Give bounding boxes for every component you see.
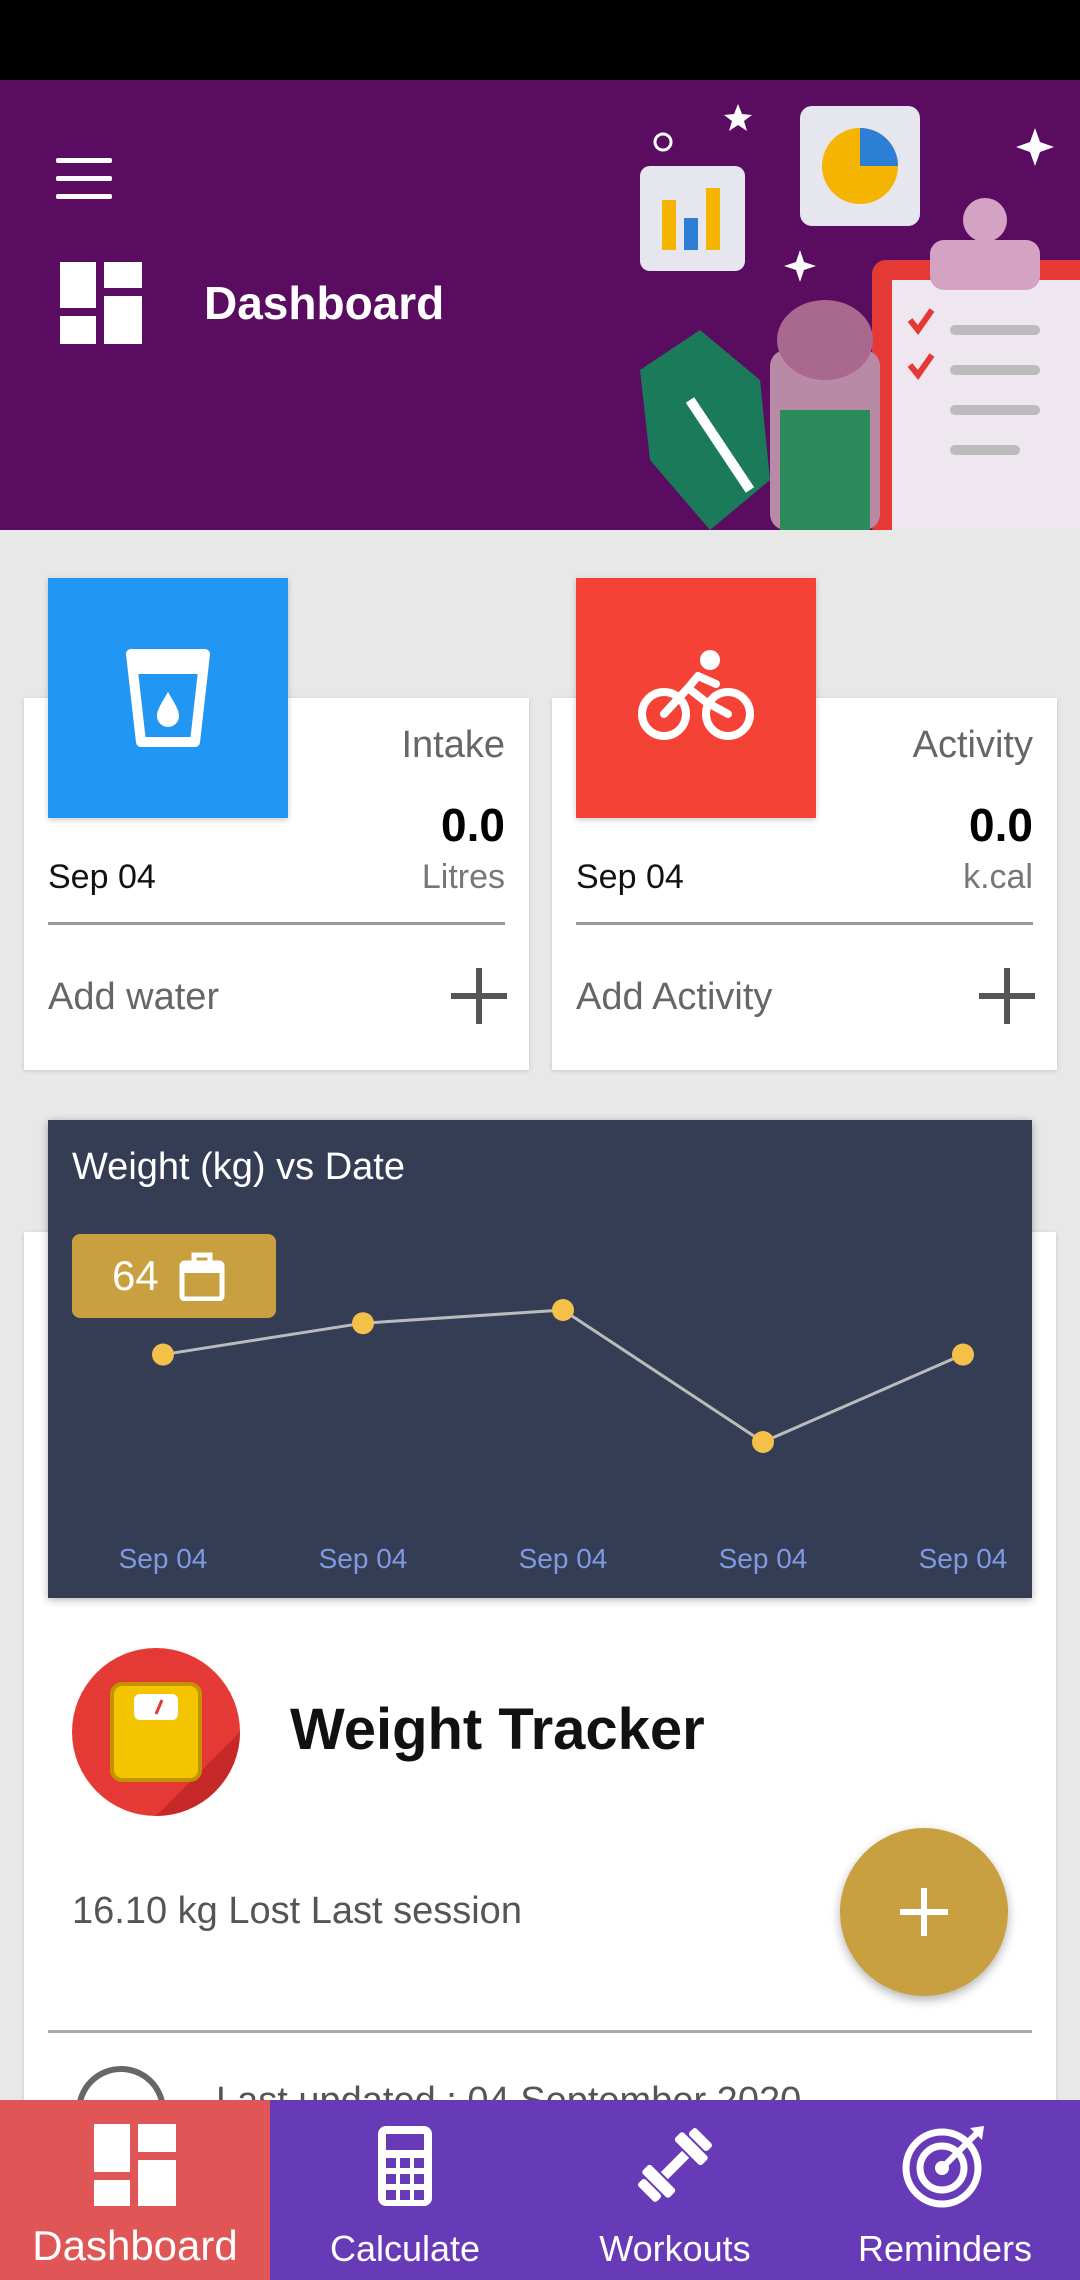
health-illustration [640, 104, 1080, 530]
weight-data-point[interactable] [552, 1299, 574, 1321]
divider [576, 922, 1033, 925]
bicycle-icon [638, 650, 754, 740]
calculator-icon [378, 2126, 432, 2206]
nav-workouts[interactable]: Workouts [540, 2100, 810, 2280]
target-icon [902, 2126, 984, 2208]
add-water-plus-icon[interactable] [449, 966, 509, 1026]
x-axis-tick-label: Sep 04 [119, 1543, 208, 1574]
weight-data-point[interactable] [352, 1312, 374, 1335]
bag-icon [179, 1252, 225, 1301]
activity-card-label: Activity [912, 724, 1033, 766]
add-activity-button[interactable]: Add Activity [576, 976, 772, 1019]
hamburger-line [56, 176, 112, 181]
weight-tracker-title: Weight Tracker [290, 1697, 705, 1762]
nav-calculate[interactable]: Calculate [270, 2100, 540, 2280]
x-axis-tick-label: Sep 04 [319, 1543, 408, 1574]
water-card-label: Intake [401, 724, 505, 766]
dumbbell-icon [638, 2128, 712, 2202]
add-activity-plus-icon[interactable] [977, 966, 1037, 1026]
activity-card-unit: k.cal [963, 858, 1033, 896]
hamburger-line [56, 194, 112, 199]
chart-title: Weight (kg) vs Date [72, 1146, 405, 1188]
menu-button[interactable] [40, 136, 126, 222]
page-title: Dashboard [204, 277, 445, 329]
water-icon-tile [48, 578, 288, 818]
nav-reminders[interactable]: Reminders [810, 2100, 1080, 2280]
add-weight-fab[interactable] [840, 1828, 1008, 1996]
weight-chart: Sep 04 Sep 04 Sep 04 Sep 04 Sep 04 Weight (k… [48, 1120, 1032, 1598]
dashboard-icon [94, 2124, 176, 2206]
water-card-date: Sep 04 [48, 858, 156, 896]
status-bar [0, 0, 1080, 80]
current-weight-badge: 64 [72, 1234, 276, 1318]
bathroom-scale-icon [110, 1682, 240, 1816]
x-axis-tick-label: Sep 04 [519, 1543, 608, 1574]
dashboard-icon [60, 262, 142, 344]
nav-calculate-label: Calculate [329, 2228, 481, 2269]
water-card-value: 0.0 [441, 799, 505, 851]
add-water-button[interactable]: Add water [48, 976, 219, 1019]
current-weight-value: 64 [112, 1252, 159, 1299]
weight-data-point[interactable] [952, 1343, 974, 1366]
app-header: Dashboard [0, 80, 1080, 530]
nav-reminders-label: Reminders [857, 2228, 1033, 2269]
hamburger-line [56, 158, 112, 163]
scale-avatar [72, 1648, 240, 1816]
water-card-unit: Litres [421, 858, 505, 896]
x-axis-tick-label: Sep 04 [919, 1543, 1008, 1574]
water-glass-icon [126, 649, 210, 747]
nav-workouts-label: Workouts [599, 2228, 751, 2269]
activity-icon-tile [576, 578, 816, 818]
nav-dashboard[interactable]: Dashboard [0, 2100, 270, 2280]
weight-line-chart: Sep 04 Sep 04 Sep 04 Sep 04 Sep 04 [119, 1299, 1008, 1574]
weight-lost-text: 16.10 kg Lost Last session [72, 1890, 522, 1932]
nav-dashboard-label: Dashboard [32, 2222, 238, 2269]
divider [48, 2030, 1032, 2033]
activity-card-date: Sep 04 [576, 858, 684, 896]
weight-data-point[interactable] [752, 1431, 774, 1453]
weight-series-line [162, 1308, 964, 1444]
divider [48, 922, 505, 925]
bottom-navigation: Dashboard Calculate Workouts Reminders [0, 2100, 1080, 2280]
weight-data-point[interactable] [152, 1343, 174, 1366]
activity-card-value: 0.0 [969, 799, 1033, 851]
x-axis-tick-label: Sep 04 [719, 1543, 808, 1574]
